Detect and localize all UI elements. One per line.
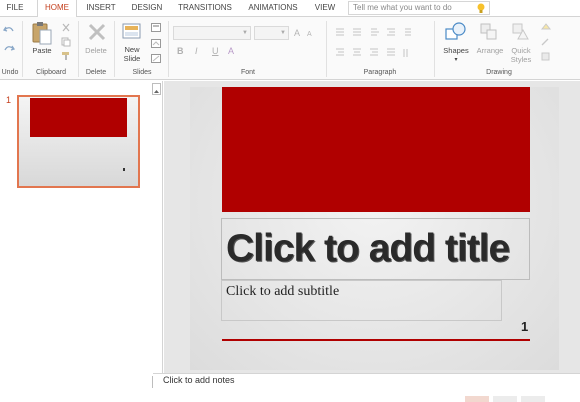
thumbnail-mark	[123, 168, 125, 171]
ribbon: Undo Paste Clipboard Delete Delete New S…	[0, 17, 580, 80]
normal-view-button[interactable]	[465, 396, 489, 402]
svg-text:A: A	[294, 28, 300, 37]
chevron-up-icon	[154, 90, 159, 93]
bold-button[interactable]: B	[177, 46, 184, 56]
font-color-button[interactable]: A	[228, 46, 234, 56]
slide-sorter-button[interactable]	[493, 396, 517, 402]
copy-icon[interactable]	[61, 37, 71, 47]
shape-effects-icon[interactable]	[540, 52, 554, 61]
reset-slide-icon[interactable]	[151, 39, 161, 48]
undo-icon[interactable]	[3, 25, 15, 35]
shape-fill-icon[interactable]	[540, 23, 554, 32]
thumbnail-scrollbar[interactable]	[151, 81, 162, 400]
tell-me-placeholder: Tell me what you want to do	[353, 3, 452, 12]
tab-file[interactable]: FILE	[0, 0, 30, 17]
slide-page-number: 1	[521, 319, 529, 334]
tab-design[interactable]: DESIGN	[126, 0, 168, 17]
tab-insert[interactable]: INSERT	[82, 0, 120, 17]
arrange-icon	[480, 23, 497, 40]
reading-view-button[interactable]	[521, 396, 545, 402]
subtitle-placeholder[interactable]: Click to add subtitle	[221, 280, 502, 321]
tell-me-search-input[interactable]: Tell me what you want to do	[348, 1, 490, 15]
lightbulb-icon	[477, 3, 485, 13]
underline-button[interactable]: U	[212, 46, 219, 56]
quick-styles-icon	[512, 23, 529, 40]
quick-styles-label-line2: Styles	[510, 55, 532, 64]
arrange-label: Arrange	[476, 46, 504, 55]
decrease-font-size-icon[interactable]: A	[307, 28, 317, 37]
title-placeholder-text: Click to add title	[226, 227, 510, 270]
layout-icon[interactable]	[151, 23, 161, 32]
italic-button[interactable]: I	[195, 46, 198, 56]
new-slide-label-line1: New	[124, 45, 140, 54]
shapes-icon	[445, 22, 466, 40]
shape-outline-icon[interactable]	[540, 38, 554, 47]
shapes-label: Shapes	[443, 46, 469, 55]
subtitle-placeholder-text: Click to add subtitle	[226, 284, 340, 299]
title-placeholder[interactable]: Click to add title	[221, 218, 530, 280]
chevron-down-icon: ▾	[454, 57, 458, 63]
paste-label: Paste	[32, 46, 52, 55]
ribbon-tab-bar: FILE HOME INSERT DESIGN TRANSITIONS ANIM…	[0, 0, 580, 18]
tab-view[interactable]: VIEW	[310, 0, 340, 17]
notes-pane[interactable]: Click to add notes	[153, 373, 580, 402]
slide-red-header-block	[222, 87, 530, 212]
slide-canvas[interactable]: Click to add title Click to add subtitle…	[190, 87, 559, 370]
group-separator	[434, 21, 435, 77]
group-separator	[168, 21, 169, 77]
undo-group-label: Undo	[1, 69, 19, 76]
paragraph-group-label: Paragraph	[363, 69, 397, 76]
delete-group-label: Delete	[85, 69, 107, 76]
font-group-label: Font	[240, 69, 255, 76]
tab-transitions[interactable]: TRANSITIONS	[174, 0, 236, 17]
chevron-down-icon: ▼	[242, 30, 248, 36]
thumbnail-red-block	[30, 98, 127, 137]
slide-thumbnail-panel: 1	[0, 81, 163, 400]
thumbnail-number: 1	[6, 95, 12, 105]
new-slide-label-line2: Slide	[123, 54, 141, 63]
redo-icon[interactable]	[3, 44, 15, 54]
paste-icon	[32, 22, 52, 45]
font-name-dropdown[interactable]: ▼	[173, 26, 251, 40]
notes-placeholder: Click to add notes	[163, 375, 235, 385]
section-icon[interactable]	[151, 54, 161, 63]
paragraph-tools	[336, 28, 411, 57]
font-size-dropdown[interactable]: ▼	[254, 26, 289, 40]
delete-label: Delete	[85, 46, 107, 55]
new-slide-icon	[122, 23, 141, 39]
slide-thumbnail[interactable]	[17, 95, 140, 188]
increase-font-size-icon[interactable]: A	[294, 27, 306, 37]
cut-icon[interactable]	[61, 23, 71, 33]
slide-footer-rule	[222, 339, 530, 341]
group-separator	[326, 21, 327, 77]
tab-animations[interactable]: ANIMATIONS	[242, 0, 304, 17]
delete-icon	[88, 23, 106, 41]
svg-text:A: A	[307, 31, 312, 37]
group-separator	[78, 21, 79, 77]
format-painter-icon[interactable]	[61, 51, 71, 61]
quick-styles-label-line1: Quick	[511, 46, 531, 55]
chevron-down-icon: ▼	[280, 30, 286, 36]
slide-editing-area: Click to add title Click to add subtitle…	[164, 81, 580, 373]
drawing-group-label: Drawing	[486, 69, 512, 76]
tab-home[interactable]: HOME	[37, 0, 77, 18]
slides-group-label: Slides	[132, 69, 152, 76]
clipboard-group-label: Clipboard	[36, 69, 66, 76]
scroll-up-button[interactable]	[152, 83, 161, 95]
group-separator	[114, 21, 115, 77]
group-separator	[22, 21, 23, 77]
